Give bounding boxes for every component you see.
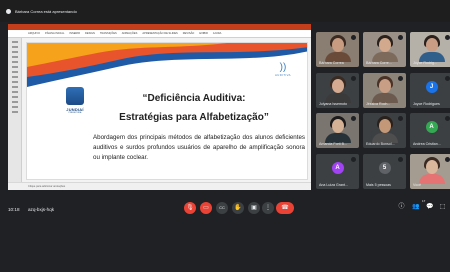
participant-tile[interactable]: A Ana Luiza Grant... (316, 154, 359, 189)
participant-tile[interactable]: Você (410, 154, 450, 189)
shared-screen[interactable]: Arquivo Página Inicial Inserir Design Transi… (8, 24, 311, 190)
participant-face (378, 79, 391, 93)
present-icon: ▣ (251, 205, 257, 211)
participant-avatar: A (425, 121, 438, 133)
participant-name: Joyce Rodrigues (413, 102, 440, 106)
more-options-button[interactable]: ⋮ (262, 202, 274, 214)
camera-off-button[interactable]: ▭ (200, 202, 212, 214)
ppt-tab[interactable]: Arquivo (28, 32, 40, 35)
bottom-bar: 10:18 azq-bxjs-hqk 🎙 ▭ CC ✋ ▣ ⋮ ☎ ⓘ 👥 17… (0, 196, 450, 224)
shield-icon (66, 87, 84, 105)
participant-tile[interactable]: 5 Mais 5 pessoas (363, 154, 406, 189)
participant-name: Julyana Issemoto (319, 102, 347, 106)
slide: JUNDIAÍ PREFEITURA )) AUDITIVA “Deficiên… (26, 42, 308, 180)
participant-name: Você (413, 183, 421, 187)
meeting-code: azq-bxjs-hqk (28, 207, 55, 212)
participant-face (331, 119, 344, 133)
people-count-badge: 17 (422, 199, 426, 203)
ppt-thumbnail-pane (8, 38, 22, 190)
mic-muted-icon (398, 35, 403, 40)
mic-muted-icon (398, 116, 403, 121)
mic-icon: 🎙 (186, 205, 194, 211)
ppt-tab[interactable]: Transições (100, 32, 117, 35)
mic-muted-icon (445, 35, 450, 40)
leave-call-button[interactable]: ☎ (276, 202, 294, 214)
participant-name: Andrea Cristian... (413, 142, 441, 146)
mic-muted-icon (398, 157, 403, 162)
participant-tile[interactable]: Joyce Rodrig... (410, 32, 450, 67)
chat-icon[interactable]: 💬 (426, 204, 433, 211)
captions-button[interactable]: CC (216, 202, 228, 214)
participant-name: Amanda Forti B... (319, 142, 347, 146)
participant-tile[interactable]: Jéssica Roch... (363, 73, 406, 108)
ppt-status-bar: Clique para adicionar anotações (8, 182, 311, 190)
participant-name: Bárbara Corre... (366, 61, 392, 65)
participant-face (378, 38, 391, 52)
participant-avatar: A (331, 162, 344, 174)
participant-face (331, 38, 344, 52)
participant-name: Eduardo Bonsol... (366, 142, 395, 146)
ppt-tab[interactable]: Exibir (199, 32, 208, 35)
camera-icon: ▭ (203, 205, 209, 211)
participant-name: Jéssica Roch... (366, 102, 391, 106)
mic-muted-icon (445, 76, 450, 81)
activities-icon[interactable]: ⬚ (439, 204, 446, 211)
participant-tile[interactable]: J Joyce Rodrigues (410, 73, 450, 108)
participant-body (418, 174, 445, 184)
participant-tile[interactable]: A Andrea Cristian... (410, 113, 450, 148)
mic-muted-icon (351, 157, 356, 162)
ppt-tab[interactable]: Apresentação de Slides (142, 32, 177, 35)
participant-name: Joyce Rodrig... (413, 61, 437, 65)
mic-muted-icon (445, 116, 450, 121)
ppt-tab[interactable]: Design (85, 32, 95, 35)
presenting-icon (6, 8, 11, 14)
participant-name: Mais 5 pessoas (366, 183, 391, 187)
participant-face (425, 160, 438, 174)
mic-off-button[interactable]: 🎙 (184, 202, 196, 214)
ppt-tab[interactable]: Revisão (183, 32, 195, 35)
ppt-tab[interactable]: Inserir (69, 32, 80, 35)
participant-avatar: J (425, 81, 438, 93)
notes-hint[interactable]: Clique para adicionar anotações (28, 185, 65, 188)
participant-tile[interactable]: Bárbara Corre... (363, 32, 406, 67)
participant-name: Ana Luiza Grant... (319, 183, 348, 187)
hangup-icon: ☎ (281, 205, 289, 211)
ppt-tab[interactable]: Animações (122, 32, 138, 35)
slide-body-text: Abordagem dos principais métodos de alfa… (93, 134, 305, 161)
meet-window: Bárbara Correa está apresentando Arquivo… (0, 0, 450, 272)
mic-muted-icon (351, 35, 356, 40)
participant-face (378, 119, 391, 133)
ppt-ribbon: Arquivo Página Inicial Inserir Design Transi… (8, 30, 311, 38)
raise-hand-button[interactable]: ✋ (232, 202, 244, 214)
info-icon[interactable]: ⓘ (398, 204, 405, 211)
people-icon[interactable]: 👥 (412, 204, 419, 211)
slide-title-line2: Estratégias para Alfabetização” (119, 112, 269, 123)
mic-muted-icon (398, 76, 403, 81)
mic-muted-icon (351, 76, 356, 81)
participant-tile[interactable]: Amanda Forti B... (316, 113, 359, 148)
ear-icon: )) (279, 62, 287, 73)
present-button[interactable]: ▣ (248, 202, 260, 214)
presenter-text: Bárbara Correa está apresentando (15, 8, 77, 14)
mic-muted-icon (351, 116, 356, 121)
presenter-bar: Bárbara Correa está apresentando (0, 0, 450, 22)
hand-icon: ✋ (234, 205, 242, 211)
participant-face (425, 38, 438, 52)
ppt-tab[interactable]: Ajuda (213, 32, 222, 35)
participant-tile[interactable]: Bárbara Correa (316, 32, 359, 67)
mic-muted-icon (445, 157, 450, 162)
ppt-tab[interactable]: Página Inicial (45, 32, 64, 35)
brand-logo: )) AUDITIVA (271, 62, 295, 78)
clock: 10:18 (8, 207, 20, 212)
more-vert-icon: ⋮ (265, 205, 271, 211)
participant-face (331, 79, 344, 93)
participant-name: Bárbara Correa (319, 61, 344, 65)
participant-tile[interactable]: Julyana Issemoto (316, 73, 359, 108)
slide-wave-decoration (27, 43, 307, 87)
slide-title-line1: “Deficiência Auditiva: (142, 93, 246, 104)
participant-tile[interactable]: Eduardo Bonsol... (363, 113, 406, 148)
captions-icon: CC (219, 205, 225, 210)
participant-avatar: 5 (378, 162, 391, 174)
